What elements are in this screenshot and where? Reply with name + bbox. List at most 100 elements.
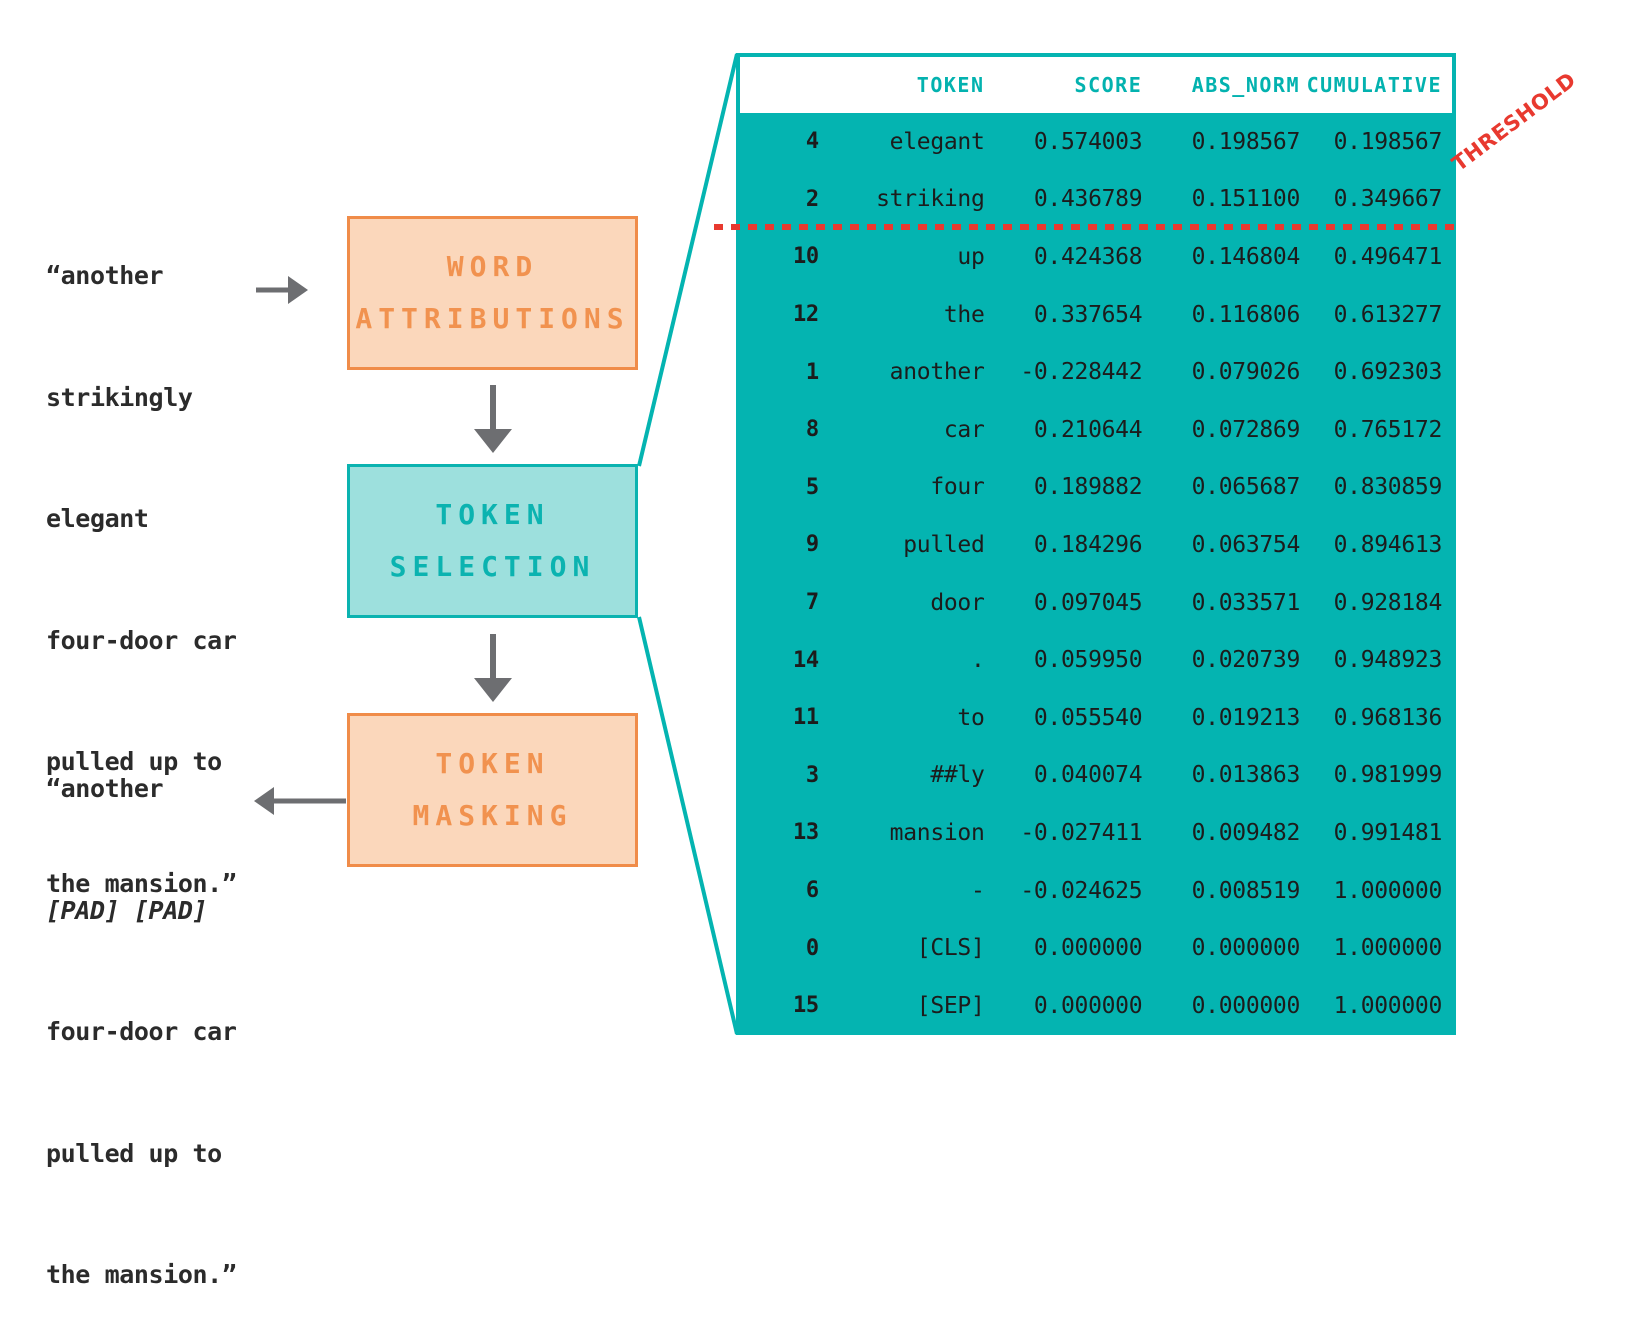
cell-cumulative: 0.496471 bbox=[1333, 243, 1443, 270]
cell-index: 10 bbox=[792, 244, 819, 270]
cell-score: 0.184296 bbox=[1033, 531, 1143, 558]
table-row[interactable]: 2 striking 0.436789 0.151100 0.349667 bbox=[740, 171, 1452, 229]
cell-abs-norm: 0.151100 bbox=[1191, 186, 1301, 213]
cell-abs-norm: 0.009482 bbox=[1191, 819, 1301, 846]
step-token-masking[interactable]: TOKEN MASKING bbox=[347, 713, 638, 867]
step-token-masking-line1: TOKEN bbox=[435, 747, 550, 780]
cell-index: 9 bbox=[805, 532, 819, 558]
table-header-row: TOKEN SCORE ABS_NORM CUMULATIVE bbox=[740, 57, 1452, 113]
table-row[interactable]: 3 ##ly 0.040074 0.013863 0.981999 bbox=[740, 747, 1452, 805]
cell-token: [SEP] bbox=[916, 992, 985, 1019]
table-row[interactable]: 12 the 0.337654 0.116806 0.613277 bbox=[740, 286, 1452, 344]
cell-abs-norm: 0.065687 bbox=[1191, 474, 1301, 501]
col-header-cumulative: CUMULATIVE bbox=[1306, 73, 1442, 97]
table-row[interactable]: 11 to 0.055540 0.019213 0.968136 bbox=[740, 689, 1452, 747]
cell-abs-norm: 0.198567 bbox=[1191, 128, 1301, 155]
table-row[interactable]: 7 door 0.097045 0.033571 0.928184 bbox=[740, 574, 1452, 632]
cell-abs-norm: 0.013863 bbox=[1191, 762, 1301, 789]
col-header-abs-norm: ABS_NORM bbox=[1191, 73, 1301, 97]
cell-cumulative: 0.765172 bbox=[1333, 416, 1443, 443]
cell-score: 0.059950 bbox=[1033, 647, 1143, 674]
cell-score: 0.097045 bbox=[1033, 589, 1143, 616]
step-word-attributions-line1: WORD bbox=[446, 250, 539, 283]
cell-abs-norm: 0.146804 bbox=[1191, 243, 1301, 270]
output-line-3: pulled up to bbox=[46, 1138, 222, 1168]
cell-cumulative: 0.613277 bbox=[1333, 301, 1443, 328]
cell-cumulative: 0.830859 bbox=[1333, 474, 1443, 501]
arrow-token-selection-to-token-masking bbox=[474, 634, 512, 702]
input-line-1: strikingly bbox=[46, 382, 193, 412]
cell-score: 0.424368 bbox=[1033, 243, 1143, 270]
threshold-dotted-line bbox=[714, 224, 1454, 230]
threshold-label: THRESHOLD bbox=[1447, 67, 1581, 176]
cell-index: 3 bbox=[805, 762, 819, 788]
step-word-attributions[interactable]: WORD ATTRIBUTIONS bbox=[347, 216, 638, 370]
table-row[interactable]: 8 car 0.210644 0.072869 0.765172 bbox=[740, 401, 1452, 459]
table-row[interactable]: 14. 0.059950 0.020739 0.948923 bbox=[740, 631, 1452, 689]
cell-token: pulled bbox=[903, 531, 985, 558]
cell-abs-norm: 0.008519 bbox=[1191, 877, 1301, 904]
cell-token: the bbox=[943, 301, 985, 328]
cell-token: mansion bbox=[889, 819, 985, 846]
cell-token: four bbox=[930, 474, 985, 501]
step-token-masking-line2: MASKING bbox=[412, 799, 573, 832]
cell-abs-norm: 0.000000 bbox=[1191, 992, 1301, 1019]
table-row[interactable]: 15 [SEP] 0.000000 0.000000 1.000000 bbox=[740, 977, 1452, 1035]
table-row[interactable]: 10 up 0.424368 0.146804 0.496471 bbox=[740, 228, 1452, 286]
cell-cumulative: 0.198567 bbox=[1333, 128, 1443, 155]
cell-score: -0.228442 bbox=[1020, 359, 1143, 386]
output-sentence-text: “another [PAD] [PAD] four-door car pulle… bbox=[46, 688, 237, 1336]
cell-cumulative: 1.000000 bbox=[1333, 877, 1443, 904]
cell-index: 6 bbox=[805, 878, 819, 904]
table-row[interactable]: 1 another -0.228442 0.079026 0.692303 bbox=[740, 343, 1452, 401]
cell-score: 0.337654 bbox=[1033, 301, 1143, 328]
step-word-attributions-line2: ATTRIBUTIONS bbox=[355, 302, 630, 335]
col-header-score: SCORE bbox=[1074, 73, 1143, 97]
cell-score: -0.024625 bbox=[1020, 877, 1143, 904]
step-token-selection[interactable]: TOKEN SELECTION bbox=[347, 464, 638, 618]
cell-cumulative: 0.349667 bbox=[1333, 186, 1443, 213]
cell-index: 15 bbox=[792, 993, 819, 1019]
cell-index: 8 bbox=[805, 417, 819, 443]
table-body: 4 elegant 0.574003 0.198567 0.198567 2 strikin… bbox=[740, 113, 1452, 1035]
cell-cumulative: 0.968136 bbox=[1333, 704, 1443, 731]
cell-abs-norm: 0.033571 bbox=[1191, 589, 1301, 616]
arrow-input-to-word-attributions bbox=[256, 276, 308, 304]
cell-index: 0 bbox=[805, 935, 819, 961]
cell-cumulative: 0.894613 bbox=[1333, 531, 1443, 558]
cell-index: 4 bbox=[805, 129, 819, 155]
cell-token: [CLS] bbox=[916, 935, 985, 962]
cell-token: car bbox=[943, 416, 985, 443]
output-line-2: four-door car bbox=[46, 1017, 237, 1046]
table-row[interactable]: 4 elegant 0.574003 0.198567 0.198567 bbox=[740, 113, 1452, 171]
cell-score: 0.210644 bbox=[1033, 416, 1143, 443]
cell-token: striking bbox=[876, 186, 985, 213]
cell-score: 0.055540 bbox=[1033, 704, 1143, 731]
arrow-token-masking-to-output bbox=[254, 787, 346, 815]
step-token-selection-line2: SELECTION bbox=[389, 550, 596, 583]
step-token-selection-line1: TOKEN bbox=[435, 498, 550, 531]
table-row[interactable]: 6 - -0.024625 0.008519 1.000000 bbox=[740, 862, 1452, 920]
output-line-1-pad: [PAD] [PAD] bbox=[46, 895, 208, 925]
table-row[interactable]: 5 four 0.189882 0.065687 0.830859 bbox=[740, 459, 1452, 517]
cell-abs-norm: 0.079026 bbox=[1191, 359, 1301, 386]
cell-cumulative: 0.948923 bbox=[1333, 647, 1443, 674]
cell-token: another bbox=[889, 359, 985, 386]
cell-index: 5 bbox=[805, 474, 819, 500]
cell-score: 0.040074 bbox=[1033, 762, 1143, 789]
cell-score: 0.574003 bbox=[1033, 128, 1143, 155]
cell-score: 0.436789 bbox=[1033, 186, 1143, 213]
cell-abs-norm: 0.019213 bbox=[1191, 704, 1301, 731]
cell-score: 0.189882 bbox=[1033, 474, 1143, 501]
cell-cumulative: 1.000000 bbox=[1333, 992, 1443, 1019]
table-row[interactable]: 0 [CLS] 0.000000 0.000000 1.000000 bbox=[740, 919, 1452, 977]
table-row[interactable]: 9 pulled 0.184296 0.063754 0.894613 bbox=[740, 516, 1452, 574]
table-row[interactable]: 13 mansion -0.027411 0.009482 0.991481 bbox=[740, 804, 1452, 862]
output-line-4: the mansion.” bbox=[46, 1260, 237, 1289]
cell-cumulative: 1.000000 bbox=[1333, 935, 1443, 962]
cell-cumulative: 0.991481 bbox=[1333, 819, 1443, 846]
cell-index: 2 bbox=[805, 186, 819, 212]
cell-cumulative: 0.981999 bbox=[1333, 762, 1443, 789]
cell-token: elegant bbox=[889, 128, 985, 155]
cell-token: to bbox=[957, 704, 985, 731]
